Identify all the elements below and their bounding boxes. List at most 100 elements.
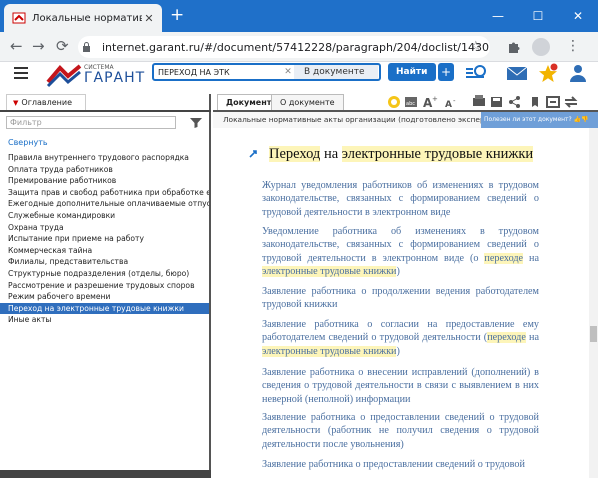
svg-text:abc: abc (406, 101, 415, 107)
address-bar-row: ← → ⟳ internet.garant.ru/#/document/5741… (0, 32, 598, 62)
toc-item-selected[interactable]: Переход на электронные трудовые книжки (0, 302, 209, 315)
search-list-icon[interactable] (464, 63, 488, 83)
search-input[interactable]: ПЕРЕХОД НА ЭТК (154, 68, 282, 77)
browser-menu-icon[interactable]: ⋮ (566, 38, 580, 54)
svg-text:-: - (453, 97, 456, 105)
toc-item[interactable]: Филиалы, представительства (0, 256, 209, 268)
clear-search-icon[interactable]: ✕ (282, 67, 294, 77)
toc-item[interactable]: Защита прав и свобод работника при обраб… (0, 187, 209, 199)
favorites-star-icon[interactable] (536, 63, 560, 83)
garant-logo-icon (46, 64, 82, 88)
contents-tab[interactable]: ▼ Оглавление (6, 94, 86, 110)
bookmark-icon[interactable] (532, 97, 538, 107)
garant-favicon-icon (12, 12, 26, 24)
link-text: на (525, 332, 539, 344)
toc-item[interactable]: Правила внутреннего трудового распорядка (0, 152, 209, 164)
title-phrase-hl: электронные трудовые книжки (341, 146, 534, 162)
toc-item[interactable]: Охрана труда (0, 222, 209, 234)
link-text: ) (396, 345, 400, 357)
svg-text:A: A (445, 100, 452, 110)
bookmark-star-icon[interactable]: ☆ (470, 39, 482, 54)
contents-caret-icon: ▼ (13, 99, 19, 107)
browser-tab[interactable]: Локальные нормативные акты ✕ (4, 4, 162, 32)
document-title: Переход на электронные трудовые книжки (269, 146, 534, 163)
document-toolbar: abc A + A- (388, 95, 578, 110)
print-icon[interactable] (473, 95, 485, 106)
left-pane: ▼ Оглавление Фильтр Свернуть Правила внут… (0, 94, 211, 478)
hamburger-menu-icon[interactable] (14, 67, 28, 82)
text-mode-icon[interactable]: abc (405, 97, 417, 107)
puzzle-extensions-icon[interactable] (507, 40, 521, 54)
toc-item[interactable]: Служебные командировки (0, 210, 209, 222)
minimize-button[interactable]: — (478, 0, 518, 32)
tab-title: Локальные нормативные акты (32, 12, 142, 24)
doc-link[interactable]: Заявление работника о предоставлении све… (262, 411, 539, 451)
mail-icon[interactable] (505, 63, 529, 83)
pin-icon[interactable] (249, 150, 257, 158)
toc-item[interactable]: Структурные подразделения (отделы, бюро) (0, 268, 209, 280)
document-pane: Документ О документе abc A + A- Локальные… (213, 94, 598, 478)
doc-link[interactable]: Заявление работника о внесении исправлен… (262, 366, 539, 406)
reload-button[interactable]: ⟳ (56, 38, 69, 54)
tab-about-document[interactable]: О документе (271, 94, 344, 110)
toc-item[interactable]: Премирование работников (0, 175, 209, 187)
extended-search-button[interactable]: + (438, 63, 454, 81)
lock-icon (83, 42, 90, 52)
filter-input[interactable]: Фильтр (6, 116, 176, 129)
profile-avatar[interactable] (532, 38, 550, 56)
link-text: ) (396, 265, 400, 277)
toc-item[interactable]: Рассмотрение и разрешение трудовых споро… (0, 280, 209, 292)
url-field[interactable]: internet.garant.ru/#/document/57412228/p… (78, 36, 490, 58)
tab-bar: Локальные нормативные акты ✕ + — ☐ ✕ (0, 0, 598, 32)
font-decrease-icon[interactable]: A- (445, 97, 456, 110)
font-increase-icon[interactable]: A + (423, 95, 438, 110)
tab-close-icon[interactable]: ✕ (142, 12, 156, 25)
doc-link[interactable]: Заявление работника о продолжении ведени… (262, 285, 539, 312)
fit-width-icon[interactable] (546, 96, 560, 108)
link-hl: переходе (484, 252, 524, 264)
search-box[interactable]: ПЕРЕХОД НА ЭТК ✕ В документе (152, 63, 381, 81)
document-text: Переход на электронные трудовые книжки Ж… (213, 128, 589, 478)
scrollbar-thumb[interactable] (590, 326, 597, 342)
svg-text:+: + (432, 95, 438, 103)
link-hl: электронные трудовые книжки (262, 345, 397, 357)
filter-funnel-icon[interactable] (186, 116, 206, 129)
find-button[interactable]: Найти (388, 63, 436, 81)
new-tab-button[interactable]: + (170, 7, 184, 24)
toc-item[interactable]: Иные акты (0, 314, 209, 326)
table-of-contents: Правила внутреннего трудового распорядка… (0, 152, 209, 326)
left-tab-underline (0, 110, 211, 112)
document-scrollbar[interactable] (589, 128, 598, 478)
left-pane-footer (0, 470, 211, 478)
back-button[interactable]: ← (10, 38, 23, 54)
doc-link[interactable]: Журнал уведомления работников об изменен… (262, 179, 539, 219)
doc-link[interactable]: Заявление работника о согласии на предос… (262, 318, 539, 358)
toc-item[interactable]: Испытание при приеме на работу (0, 233, 209, 245)
doc-link[interactable]: Уведомление работника об изменениях в тр… (262, 225, 539, 278)
toc-item[interactable]: Режим рабочего времени (0, 291, 209, 303)
toc-item[interactable]: Оплата труда работников (0, 164, 209, 176)
save-icon[interactable] (491, 97, 502, 107)
thumbs-icon[interactable]: 👍👎 (572, 116, 589, 123)
breadcrumb[interactable]: Локальные нормативные акты организации (… (213, 112, 481, 128)
close-window-button[interactable]: ✕ (558, 0, 598, 32)
search-scope-select[interactable]: В документе (294, 65, 378, 79)
link-hl: электронные трудовые книжки (262, 265, 397, 277)
compare-arrows-icon[interactable] (564, 96, 578, 108)
link-hl: переходе (487, 332, 526, 344)
collapse-link[interactable]: Свернуть (8, 138, 48, 147)
bookmark-badge-icon[interactable] (388, 96, 400, 108)
share-icon[interactable] (509, 96, 520, 108)
maximize-button[interactable]: ☐ (518, 0, 558, 32)
title-word-hl: Переход (269, 146, 321, 162)
browser-window: Локальные нормативные акты ✕ + — ☐ ✕ ← →… (0, 0, 598, 478)
document-useful-feedback[interactable]: Полезен ли этот документ? 👍👎 (481, 112, 598, 128)
title-word: на (323, 146, 339, 162)
toc-item[interactable]: Коммерческая тайна (0, 245, 209, 257)
forward-button[interactable]: → (32, 38, 45, 54)
garant-logo[interactable]: СИСТЕМА ГАРАНТ (46, 62, 146, 90)
doc-link[interactable]: Заявление работника о предоставлении све… (262, 458, 539, 471)
logo-big-text: ГАРАНТ (84, 70, 146, 86)
toc-item[interactable]: Ежегодные дополнительные оплачиваемые от… (0, 198, 209, 210)
user-profile-icon[interactable] (566, 63, 590, 83)
